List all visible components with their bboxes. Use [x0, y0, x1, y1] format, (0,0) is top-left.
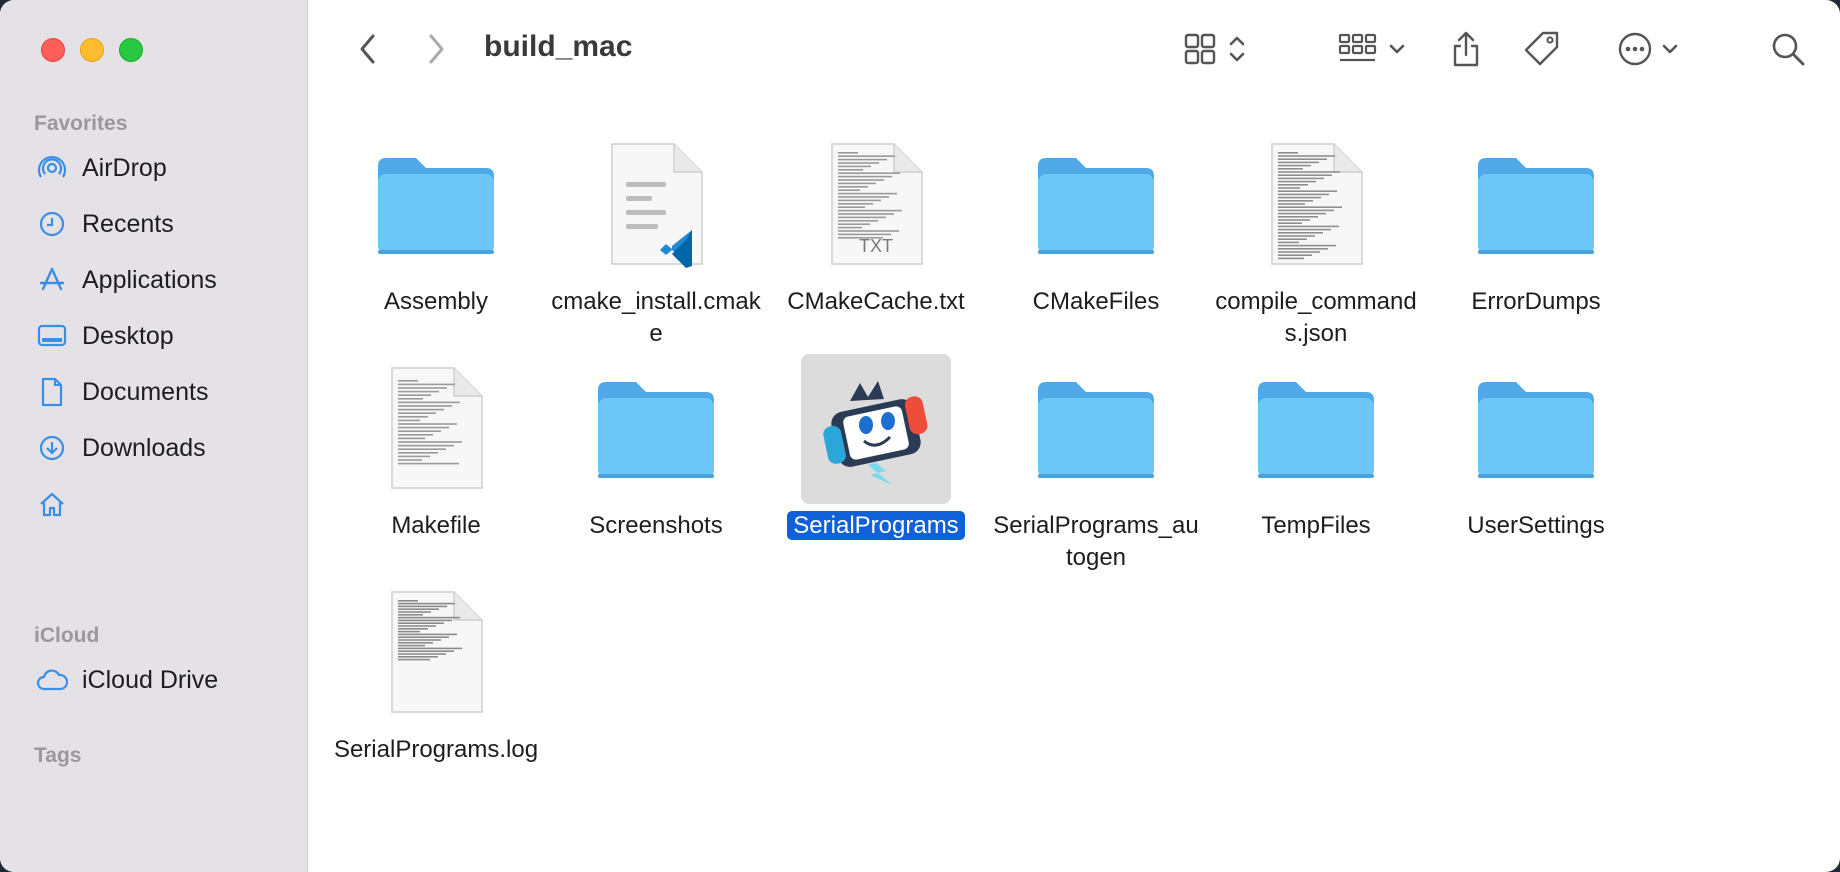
desktop-icon [36, 320, 68, 352]
ellipsis-icon [1618, 32, 1652, 66]
file-name: Makefile [391, 512, 481, 539]
sidebar-item-label: Downloads [82, 433, 206, 462]
sidebar: Favorites AirDrop Recents Applications D… [0, 0, 308, 872]
file-name: SerialPrograms [771, 510, 981, 542]
file-item[interactable]: Makefile [326, 354, 546, 542]
document-icon [581, 130, 731, 280]
folder-item[interactable]: TempFiles [1206, 354, 1426, 542]
file-item[interactable]: SerialPrograms.log [326, 578, 546, 766]
sidebar-item-documents[interactable]: Documents [36, 370, 296, 414]
file-item[interactable]: cmake_install.cmake [546, 130, 766, 350]
sidebar-item-label: Desktop [82, 321, 174, 350]
app-icon [801, 354, 951, 504]
home-icon [36, 488, 68, 520]
icloud-section-label: iCloud [34, 624, 100, 647]
document-icon: TXT [801, 130, 951, 280]
svg-text:TXT: TXT [859, 236, 893, 256]
sidebar-item-label: Recents [82, 209, 174, 238]
window-controls [41, 38, 143, 62]
finder-window: Favorites AirDrop Recents Applications D… [0, 0, 1840, 872]
sidebar-item-label: iCloud Drive [82, 665, 219, 694]
search-icon [1772, 33, 1805, 66]
share-icon [1453, 31, 1479, 67]
folder-icon [1021, 354, 1171, 504]
view-mode-button[interactable] [1170, 26, 1260, 72]
file-item[interactable]: TXT CMakeCache.txt [766, 130, 986, 318]
close-button[interactable] [41, 38, 65, 62]
sidebar-item-desktop[interactable]: Desktop [36, 314, 296, 358]
group-icon [1338, 33, 1377, 62]
tag-icon [1524, 31, 1559, 66]
file-item[interactable]: compile_commands.json [1206, 130, 1426, 350]
clock-icon [36, 208, 68, 240]
folder-item[interactable]: UserSettings [1426, 354, 1646, 542]
grid-view-icon [1184, 33, 1216, 65]
folder-item[interactable]: Screenshots [546, 354, 766, 542]
file-name: CMakeFiles [1032, 288, 1160, 315]
document-icon [1241, 130, 1391, 280]
download-icon [36, 432, 68, 464]
folder-icon [581, 354, 731, 504]
forward-button[interactable] [416, 26, 456, 72]
document-icon [361, 354, 511, 504]
folder-icon [361, 130, 511, 280]
folder-icon [1021, 130, 1171, 280]
sidebar-item-icloud-drive[interactable]: iCloud Drive [36, 658, 296, 702]
more-actions-button[interactable] [1608, 26, 1688, 72]
file-name: Assembly [383, 288, 489, 315]
file-name: UserSettings [1467, 512, 1605, 539]
file-name: SerialPrograms.log [333, 736, 539, 763]
folder-icon [1461, 354, 1611, 504]
toolbar: build_mac [308, 0, 1840, 100]
cloud-icon [36, 664, 68, 696]
document-icon [361, 578, 511, 728]
chevron-left-icon [360, 34, 375, 64]
folder-item[interactable]: SerialPrograms_autogen [986, 354, 1206, 574]
up-down-chevron-icon [1229, 36, 1245, 62]
sidebar-item-home[interactable] [36, 482, 296, 526]
airdrop-icon [36, 152, 68, 184]
sidebar-item-downloads[interactable]: Downloads [36, 426, 296, 470]
folder-icon [1241, 354, 1391, 504]
chevron-right-icon [429, 34, 444, 64]
file-name: TempFiles [1261, 512, 1371, 539]
sidebar-item-label: AirDrop [82, 153, 167, 182]
chevron-down-icon [1662, 44, 1678, 54]
file-item[interactable]: SerialPrograms [766, 354, 986, 542]
file-name: ErrorDumps [1471, 288, 1601, 315]
minimize-button[interactable] [80, 38, 104, 62]
share-button[interactable] [1444, 26, 1488, 72]
applications-icon [36, 264, 68, 296]
window-title: build_mac [484, 30, 633, 63]
sidebar-item-applications[interactable]: Applications [36, 258, 296, 302]
sidebar-item-label: Applications [82, 265, 217, 294]
file-name: compile_commands.json [1215, 288, 1417, 347]
document-icon [36, 376, 68, 408]
sidebar-item-recents[interactable]: Recents [36, 202, 296, 246]
file-name: Screenshots [589, 512, 723, 539]
back-button[interactable] [348, 26, 388, 72]
search-button[interactable] [1766, 26, 1810, 72]
tags-section-label: Tags [34, 744, 82, 767]
file-name: cmake_install.cmake [551, 288, 761, 347]
folder-item[interactable]: ErrorDumps [1426, 130, 1646, 318]
file-name: SerialPrograms_autogen [993, 512, 1199, 571]
file-name: CMakeCache.txt [787, 288, 965, 315]
folder-item[interactable]: Assembly [326, 130, 546, 318]
sidebar-item-airdrop[interactable]: AirDrop [36, 146, 296, 190]
folder-icon [1461, 130, 1611, 280]
chevron-down-icon [1389, 44, 1405, 54]
tag-button[interactable] [1520, 26, 1564, 72]
favorites-section-label: Favorites [34, 112, 128, 135]
sidebar-item-label: Documents [82, 377, 209, 406]
zoom-button[interactable] [119, 38, 143, 62]
folder-item[interactable]: CMakeFiles [986, 130, 1206, 318]
group-button[interactable] [1332, 26, 1412, 72]
